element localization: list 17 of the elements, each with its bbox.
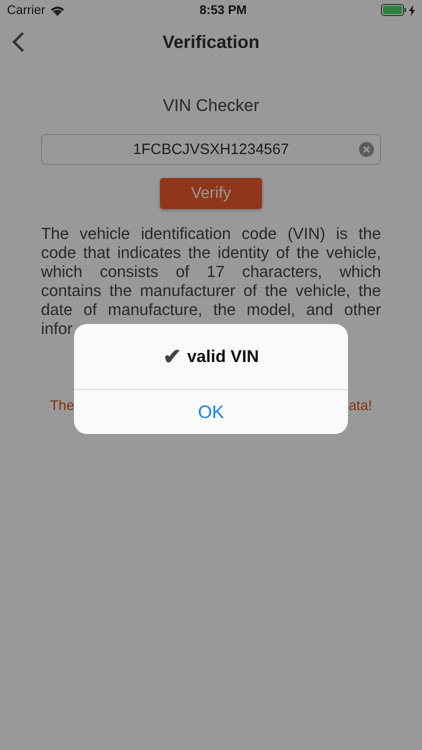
notice-text: ata!: [348, 397, 372, 413]
nav-title: Verification: [162, 32, 260, 52]
vin-input-field[interactable]: 1FCBCJVSXH1234567: [41, 134, 381, 165]
battery-icon: [380, 4, 407, 16]
status-time: 8:53 PM: [199, 3, 247, 17]
ok-button[interactable]: OK: [74, 390, 348, 434]
wifi-icon: [50, 4, 66, 16]
check-icon: ✔: [163, 344, 182, 370]
charging-icon: [408, 4, 415, 16]
section-heading: VIN Checker: [162, 96, 260, 116]
back-icon[interactable]: [12, 31, 25, 53]
alert-title: valid VIN: [187, 346, 259, 366]
clear-icon[interactable]: [359, 142, 374, 157]
notice-text: The: [50, 397, 74, 413]
description-text: The vehicle identification code (VIN) is the code that indicates the identity of the vehicle, which consists of 17 characters, which contains the manufacturer of the vehicle, the date of manufacture, the model, and other infor: [41, 225, 381, 339]
carrier-label: Carrier: [7, 3, 46, 17]
verify-button[interactable]: Verify: [160, 178, 262, 209]
